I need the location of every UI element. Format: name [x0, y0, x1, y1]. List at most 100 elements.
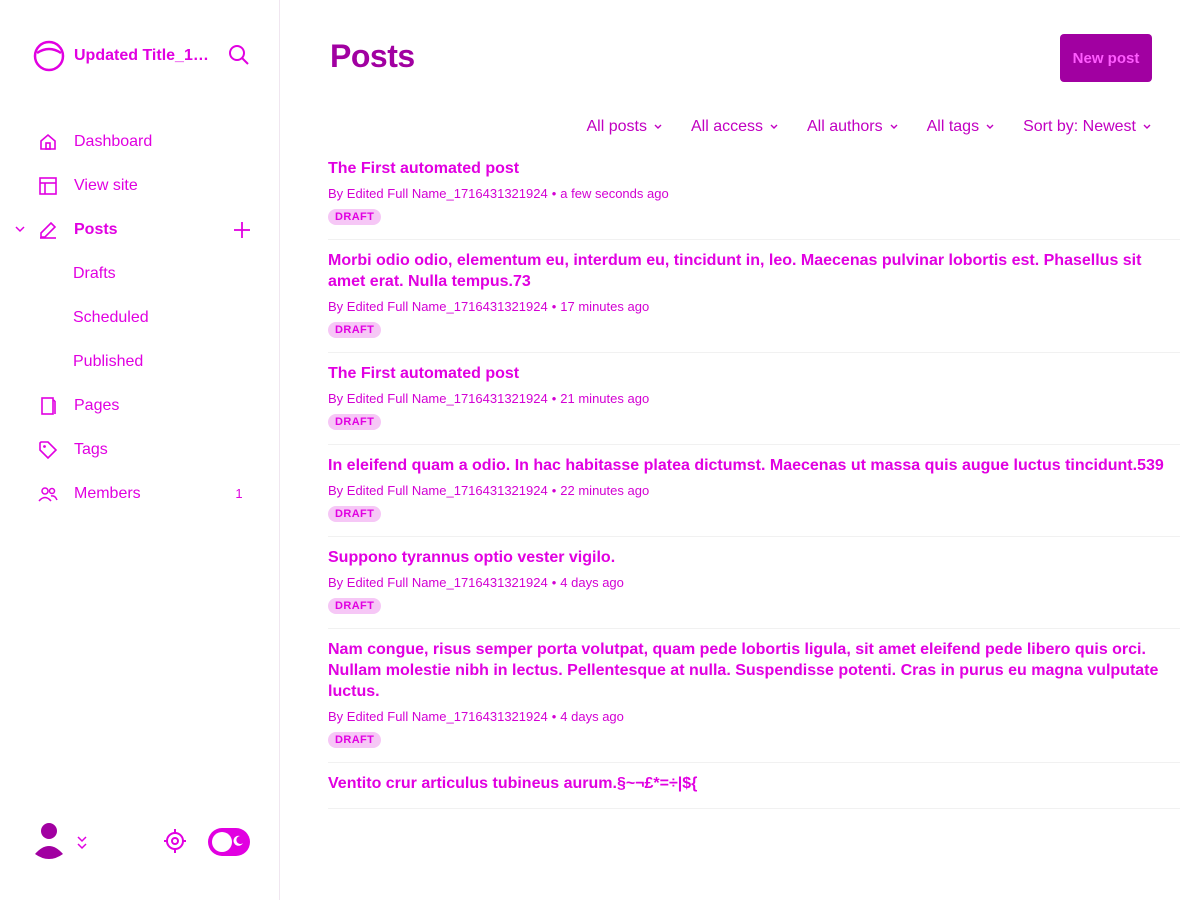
- sidebar-subitem-drafts[interactable]: Drafts: [0, 252, 280, 296]
- sidebar-subitem-published[interactable]: Published: [0, 340, 280, 384]
- post-list-item[interactable]: Ventito crur articulus tubineus aurum.§~…: [328, 763, 1180, 809]
- status-badge: DRAFT: [328, 414, 382, 430]
- sidebar-subitem-scheduled[interactable]: Scheduled: [0, 296, 280, 340]
- avatar[interactable]: [32, 820, 66, 864]
- post-meta: By Edited Full Name_1716431321924 • 17 min…: [328, 299, 1180, 314]
- meta-separator: •: [551, 709, 557, 724]
- brand[interactable]: Updated Title_17...: [32, 34, 252, 78]
- sidebar-footer: [32, 820, 252, 864]
- filter-tags[interactable]: All tags: [927, 118, 995, 136]
- chevron-down-icon: [654, 124, 662, 129]
- main-content: Posts New post All posts All access All …: [280, 0, 1200, 900]
- filter-label: All authors: [807, 118, 883, 135]
- chevron-down-icon: [890, 124, 898, 129]
- sidebar-item-label: Dashboard: [74, 133, 153, 150]
- post-author: By Edited Full Name_1716431321924: [328, 299, 548, 314]
- post-title[interactable]: Ventito crur articulus tubineus aurum.§~…: [328, 773, 1180, 794]
- sidebar-subitem-label: Scheduled: [73, 309, 149, 326]
- post-time: 4 days ago: [560, 575, 624, 590]
- filter-authors[interactable]: All authors: [807, 118, 899, 136]
- post-list-item[interactable]: The First automated post By Edited Full …: [328, 148, 1180, 240]
- status-badge: DRAFT: [328, 732, 382, 748]
- post-meta: By Edited Full Name_1716431321924 • 4 days…: [328, 709, 1180, 724]
- site-logo-icon: [33, 40, 65, 72]
- status-badge: DRAFT: [328, 598, 382, 614]
- post-list-item[interactable]: Morbi odio odio, elementum eu, interdum …: [328, 240, 1180, 353]
- post-title[interactable]: Morbi odio odio, elementum eu, interdum …: [328, 250, 1180, 292]
- post-meta: By Edited Full Name_1716431321924 • 22 min…: [328, 483, 1180, 498]
- tag-icon: [39, 441, 58, 460]
- toggle-knob: [212, 832, 232, 852]
- post-title[interactable]: In eleifend quam a odio. In hac habitass…: [328, 455, 1180, 476]
- dark-mode-toggle[interactable]: [208, 828, 250, 856]
- post-time: 4 days ago: [560, 709, 624, 724]
- status-badge: DRAFT: [328, 209, 382, 225]
- post-author: By Edited Full Name_1716431321924: [328, 391, 548, 406]
- status-badge: DRAFT: [328, 506, 382, 522]
- post-list-item[interactable]: Suppono tyrannus optio vester vigilo. By…: [328, 537, 1180, 629]
- status-badge: DRAFT: [328, 322, 382, 338]
- layout-icon: [39, 177, 57, 195]
- post-title[interactable]: Nam congue, risus semper porta volutpat,…: [328, 639, 1180, 702]
- post-time: 21 minutes ago: [560, 391, 650, 406]
- post-author: By Edited Full Name_1716431321924: [328, 575, 548, 590]
- members-count-badge: 1: [235, 486, 243, 501]
- chevron-down-icon: [1143, 124, 1151, 129]
- post-meta: By Edited Full Name_1716431321924 • a few …: [328, 186, 1180, 201]
- filter-post-type[interactable]: All posts: [587, 118, 663, 136]
- meta-separator: •: [551, 483, 557, 498]
- sidebar-item-label: Tags: [74, 441, 108, 458]
- meta-separator: •: [551, 299, 557, 314]
- sidebar-item-pages[interactable]: Pages: [0, 384, 280, 428]
- moon-icon: [233, 835, 243, 846]
- sidebar: Updated Title_17... Dashboard View site …: [0, 0, 280, 900]
- post-list-item[interactable]: The First automated post By Edited Full …: [328, 353, 1180, 445]
- post-list-item[interactable]: In eleifend quam a odio. In hac habitass…: [328, 445, 1180, 537]
- chevron-down-icon[interactable]: [14, 223, 26, 235]
- post-author: By Edited Full Name_1716431321924: [328, 709, 548, 724]
- filter-sort[interactable]: Sort by: Newest: [1023, 118, 1152, 136]
- filter-label: All tags: [926, 118, 980, 135]
- post-time: a few seconds ago: [560, 186, 669, 201]
- sidebar-subitem-label: Published: [73, 353, 144, 370]
- meta-separator: •: [551, 575, 557, 590]
- sidebar-item-dashboard[interactable]: Dashboard: [0, 120, 280, 164]
- sidebar-item-label: Posts: [74, 221, 118, 238]
- sidebar-subitem-label: Drafts: [73, 265, 116, 282]
- post-author: By Edited Full Name_1716431321924: [328, 483, 548, 498]
- sidebar-item-posts[interactable]: Posts: [0, 208, 280, 252]
- sidebar-item-label: Members: [74, 485, 141, 502]
- filter-access[interactable]: All access: [691, 118, 779, 136]
- sidebar-item-tags[interactable]: Tags: [0, 428, 280, 472]
- sidebar-item-view-site[interactable]: View site: [0, 164, 280, 208]
- post-meta: By Edited Full Name_1716431321924 • 21 min…: [328, 391, 1180, 406]
- new-post-button[interactable]: New post: [1060, 34, 1152, 82]
- post-list-item[interactable]: Nam congue, risus semper porta volutpat,…: [328, 629, 1180, 763]
- sidebar-item-members[interactable]: Members 1: [0, 472, 280, 516]
- post-list: The First automated post By Edited Full …: [328, 148, 1180, 809]
- post-title[interactable]: The First automated post: [328, 363, 1180, 384]
- search-icon[interactable]: [226, 42, 252, 68]
- pencil-icon: [40, 221, 57, 239]
- post-time: 17 minutes ago: [560, 299, 650, 314]
- plus-icon[interactable]: [232, 220, 252, 240]
- site-title: Updated Title_17...: [74, 47, 212, 64]
- page-icon: [41, 397, 56, 415]
- filter-label: All access: [690, 118, 763, 135]
- sidebar-item-label: Pages: [74, 397, 120, 414]
- chevron-down-icon: [770, 124, 778, 129]
- filter-label: All posts: [586, 118, 647, 135]
- post-meta: By Edited Full Name_1716431321924 • 4 days…: [328, 575, 1180, 590]
- post-title[interactable]: The First automated post: [328, 158, 1180, 179]
- gear-icon[interactable]: [162, 824, 188, 858]
- chevron-down-icon[interactable]: [76, 834, 88, 850]
- app-root: Updated Title_17... Dashboard View site …: [0, 0, 1200, 900]
- members-icon: [38, 487, 58, 502]
- sidebar-item-label: View site: [74, 177, 138, 194]
- post-time: 22 minutes ago: [560, 483, 650, 498]
- post-author: By Edited Full Name_1716431321924: [328, 186, 548, 201]
- post-title[interactable]: Suppono tyrannus optio vester vigilo.: [328, 547, 1180, 568]
- page-title: Posts: [330, 38, 415, 74]
- filter-bar: All posts All access All authors All tag…: [587, 118, 1153, 136]
- sidebar-nav: Dashboard View site Posts Drafts Schedul…: [0, 120, 280, 516]
